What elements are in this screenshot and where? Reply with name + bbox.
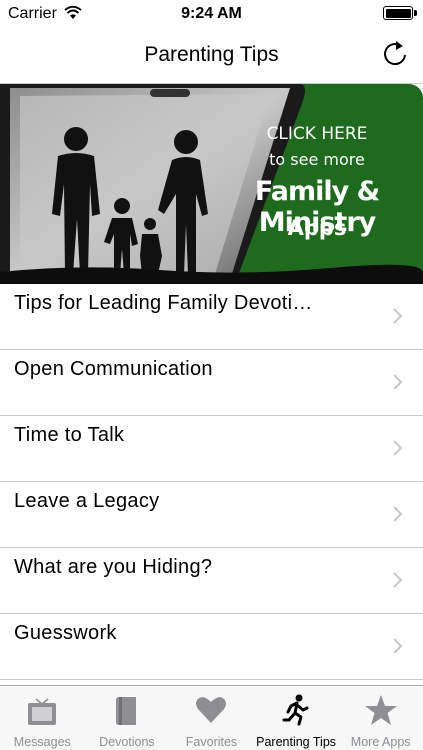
tab-bar: Messages Devotions Favorites Parenting T… (0, 685, 423, 750)
tab-label: Parenting Tips (256, 735, 337, 749)
list-item[interactable]: Open Communication (0, 350, 423, 416)
list-item[interactable]: Time to Talk (0, 416, 423, 482)
list-item[interactable]: Tips for Leading Family Devoti… (0, 284, 423, 350)
battery-icon (383, 6, 413, 20)
banner-apps: Apps (287, 216, 347, 240)
list-item-label: Leave a Legacy (14, 490, 160, 512)
banner-click-here: CLICK HERE (266, 124, 368, 144)
list-item[interactable]: Guesswork (0, 614, 423, 680)
nav-bar: Parenting Tips (0, 28, 423, 84)
banner-see-more: to see more (269, 150, 365, 169)
list-item-label: What are you Hiding? (14, 556, 213, 578)
running-figure-icon (282, 694, 309, 726)
chevron-right-icon (393, 440, 403, 456)
tab-more-apps[interactable]: More Apps (338, 686, 423, 750)
chevron-right-icon (393, 308, 403, 324)
status-bar: Carrier 9:24 AM (0, 0, 423, 28)
refresh-icon[interactable] (379, 38, 411, 70)
tab-label: Devotions (99, 735, 155, 749)
tv-icon (28, 698, 57, 725)
tab-parenting-tips[interactable]: Parenting Tips (254, 686, 339, 750)
tab-label: Messages (13, 735, 71, 749)
battery-tip (414, 10, 417, 16)
heart-icon (196, 697, 227, 723)
tab-label: Favorites (185, 735, 238, 749)
tab-label: More Apps (350, 735, 411, 749)
page-title: Parenting Tips (144, 43, 279, 66)
list-item[interactable]: What are you Hiding? (0, 548, 423, 614)
chevron-right-icon (393, 374, 403, 390)
list-item-label: Time to Talk (14, 424, 125, 446)
tab-messages[interactable]: Messages (0, 686, 85, 750)
star-icon (364, 695, 397, 725)
book-icon (115, 697, 136, 725)
chevron-right-icon (393, 506, 403, 522)
chevron-right-icon (393, 638, 403, 654)
tips-list: Tips for Leading Family Devoti… Open Com… (0, 284, 423, 685)
list-item-label: Guesswork (14, 622, 117, 644)
list-item[interactable]: Leave a Legacy (0, 482, 423, 548)
tab-favorites[interactable]: Favorites (169, 686, 254, 750)
list-item-label: Tips for Leading Family Devoti… (14, 292, 313, 314)
status-time: 9:24 AM (181, 5, 242, 22)
more-apps-banner[interactable]: CLICK HERE to see more Family & Ministry… (0, 84, 423, 284)
tab-devotions[interactable]: Devotions (85, 686, 170, 750)
chevron-right-icon (393, 572, 403, 588)
list-item-label: Open Communication (14, 358, 213, 380)
